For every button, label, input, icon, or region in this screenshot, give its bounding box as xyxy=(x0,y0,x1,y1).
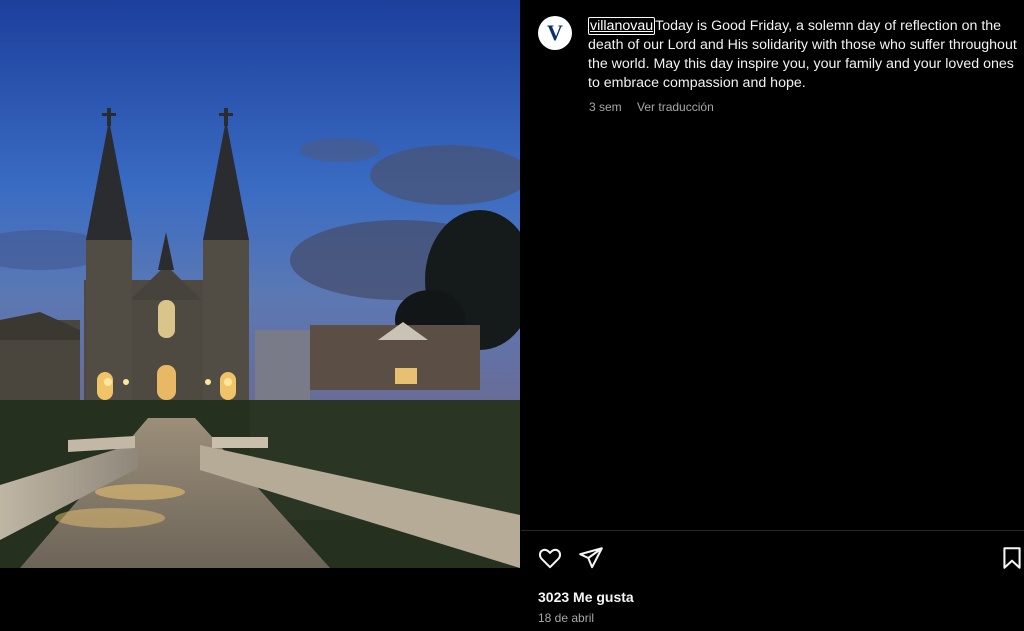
post-date[interactable]: 18 de abril xyxy=(538,611,594,625)
heart-icon xyxy=(538,548,562,569)
paper-plane-icon xyxy=(579,547,603,569)
share-button[interactable] xyxy=(578,545,606,573)
avatar[interactable]: V xyxy=(538,16,572,50)
image-bottom-area xyxy=(0,568,520,631)
church-photo xyxy=(0,0,520,568)
post-sidebar: V villanovau Today is Good Friday, a sole… xyxy=(521,0,1024,631)
divider xyxy=(521,530,1024,531)
avatar-logo-letter: V xyxy=(547,20,563,45)
like-count[interactable]: 3023 Me gusta xyxy=(538,589,634,605)
like-button[interactable] xyxy=(537,545,565,573)
post-meta: 3 sem Ver traducción xyxy=(589,100,714,114)
action-bar xyxy=(537,545,1024,573)
see-translation-link[interactable]: Ver traducción xyxy=(637,100,714,114)
post-caption: villanovau Today is Good Friday, a solemn… xyxy=(588,17,1018,93)
post-image[interactable] xyxy=(0,0,520,568)
username-link[interactable]: villanovau xyxy=(588,17,656,35)
time-ago[interactable]: 3 sem xyxy=(589,100,622,114)
save-button[interactable] xyxy=(999,545,1024,573)
bookmark-icon xyxy=(1003,547,1021,569)
